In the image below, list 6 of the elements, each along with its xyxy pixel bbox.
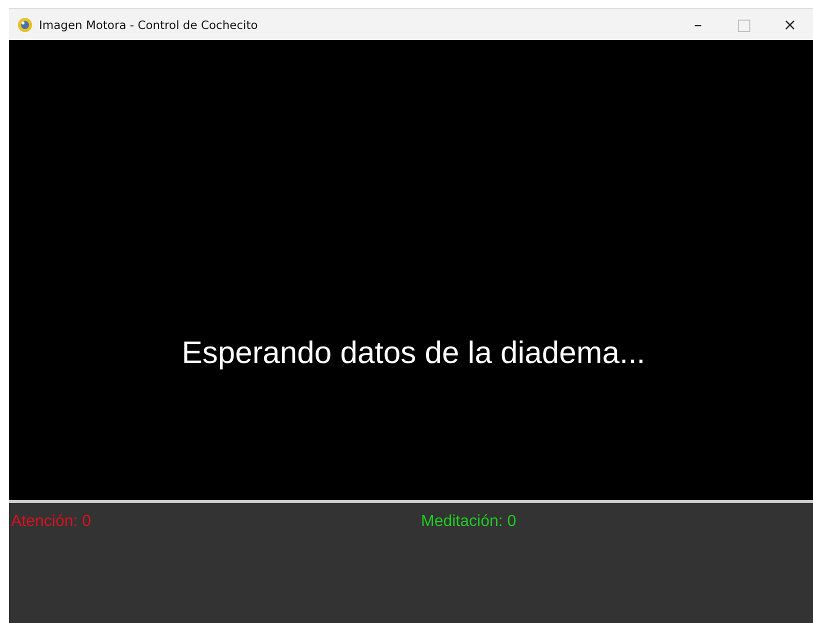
stat-label: Meditación: 0 (421, 513, 518, 531)
window-title: Imagen Motora - Control de Cochecito (39, 18, 259, 32)
close-button[interactable]: × (767, 14, 813, 34)
minimize-button[interactable]: – (675, 14, 721, 34)
status-message: Esperando datos de la diadema... (182, 334, 646, 370)
stat-label: Atención: 0 (11, 513, 92, 531)
